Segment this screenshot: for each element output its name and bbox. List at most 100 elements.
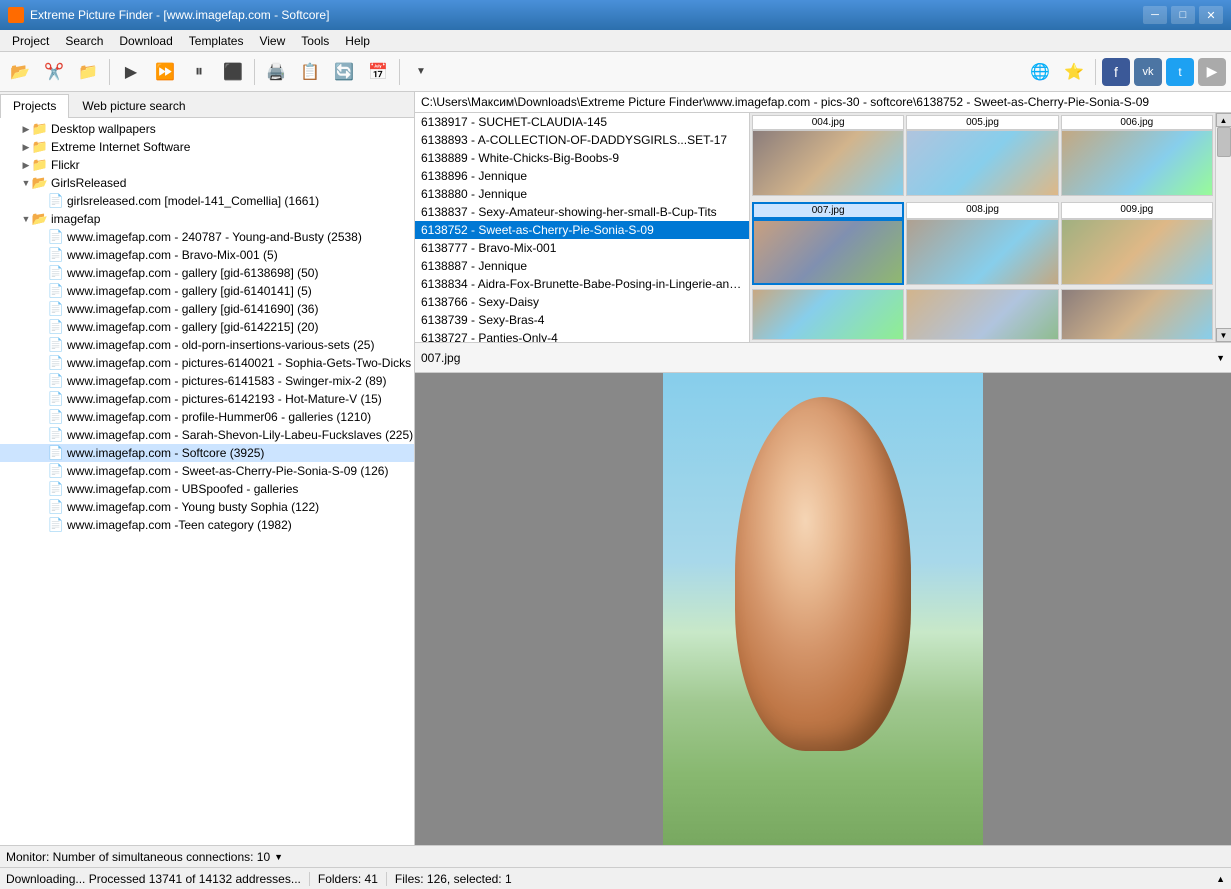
social-facebook-button[interactable]: f: [1102, 58, 1130, 86]
tab-web-picture-search[interactable]: Web picture search: [69, 94, 198, 117]
tree-item-t4a[interactable]: 📄girlsreleased.com [model-141_Comellia] …: [0, 192, 414, 210]
right-panel: C:\Users\Максим\Downloads\Extreme Pictur…: [415, 92, 1231, 845]
gallery-item-g12[interactable]: 6138739 - Sexy-Bras-4: [415, 311, 749, 329]
tb-schedule-button[interactable]: 📅: [362, 56, 394, 88]
tb-cut-button[interactable]: ✂️: [38, 56, 70, 88]
social-twitter-button[interactable]: t: [1166, 58, 1194, 86]
project-tree[interactable]: ▶📁Desktop wallpapers▶📁Extreme Internet S…: [0, 118, 414, 845]
tb-folder-button[interactable]: 📁: [72, 56, 104, 88]
thumbnail-009[interactable]: [1061, 219, 1213, 285]
tb-stop-button[interactable]: ⬛: [217, 56, 249, 88]
selector-dropdown-icon[interactable]: ▼: [1216, 353, 1225, 363]
tree-expand-icon[interactable]: ▶: [20, 141, 32, 153]
tree-item-t15[interactable]: 📄www.imagefap.com - pictures-6142193 - H…: [0, 390, 414, 408]
gallery-item-g6[interactable]: 6138837 - Sexy-Amateur-showing-her-small…: [415, 203, 749, 221]
thumbnail-next-1[interactable]: [752, 289, 904, 340]
tree-item-t17[interactable]: 📄www.imagefap.com - Sarah-Shevon-Lily-La…: [0, 426, 414, 444]
minimize-button[interactable]: ─: [1143, 6, 1167, 24]
gallery-item-g9[interactable]: 6138887 - Jennique: [415, 257, 749, 275]
gallery-item-g10[interactable]: 6138834 - Aidra-Fox-Brunette-Babe-Posing…: [415, 275, 749, 293]
tree-item-t18[interactable]: 📄www.imagefap.com - Softcore (3925): [0, 444, 414, 462]
thumbnail-008[interactable]: [906, 219, 1058, 285]
tb-web-button[interactable]: 🌐: [1024, 56, 1056, 88]
menu-help[interactable]: Help: [337, 30, 378, 51]
tree-expand-icon[interactable]: ▼: [20, 213, 32, 225]
scroll-thumb[interactable]: [1217, 127, 1231, 157]
tree-item-t10[interactable]: 📄www.imagefap.com - gallery [gid-6141690…: [0, 300, 414, 318]
tree-item-t5[interactable]: ▼📂imagefap: [0, 210, 414, 228]
gallery-item-g3[interactable]: 6138889 - White-Chicks-Big-Boobs-9: [415, 149, 749, 167]
scroll-down-button[interactable]: ▼: [1216, 328, 1231, 342]
tree-expand-icon[interactable]: ▼: [20, 177, 32, 189]
menu-download[interactable]: Download: [111, 30, 180, 51]
menu-view[interactable]: View: [251, 30, 293, 51]
tree-item-t20[interactable]: 📄www.imagefap.com - UBSpoofed - gallerie…: [0, 480, 414, 498]
tb-pause-button[interactable]: ⏸: [183, 56, 215, 88]
monitor-arrow[interactable]: ▼: [274, 852, 283, 862]
expand-arrow[interactable]: ▲: [1216, 874, 1225, 884]
tree-item-t22[interactable]: 📄www.imagefap.com -Teen category (1982): [0, 516, 414, 534]
toolbar-separator-1: [109, 59, 110, 85]
tb-open-button[interactable]: 📂: [4, 56, 36, 88]
tb-star-button[interactable]: ⭐: [1058, 56, 1090, 88]
tree-item-t16[interactable]: 📄www.imagefap.com - profile-Hummer06 - g…: [0, 408, 414, 426]
tb-refresh-button[interactable]: 🔄: [328, 56, 360, 88]
tree-item-t3[interactable]: ▶📁Flickr: [0, 156, 414, 174]
social-other-button[interactable]: ▶: [1198, 58, 1226, 86]
tree-item-t19[interactable]: 📄www.imagefap.com - Sweet-as-Cherry-Pie-…: [0, 462, 414, 480]
thumbnail-next-2[interactable]: [906, 289, 1058, 340]
tb-play-button[interactable]: ▶: [115, 56, 147, 88]
tree-item-t13[interactable]: 📄www.imagefap.com - pictures-6140021 - S…: [0, 354, 414, 372]
thumbnail-004[interactable]: [752, 130, 904, 196]
toolbar: 📂 ✂️ 📁 ▶ ⏩ ⏸ ⬛ 🖨️ 📋 🔄 📅 ▼ 🌐 ⭐ f vk t ▶: [0, 52, 1231, 92]
tb-clipboard-button[interactable]: 📋: [294, 56, 326, 88]
tab-projects[interactable]: Projects: [0, 94, 69, 118]
gallery-item-g8[interactable]: 6138777 - Bravo-Mix-001: [415, 239, 749, 257]
maximize-button[interactable]: □: [1171, 6, 1195, 24]
tree-item-t12[interactable]: 📄www.imagefap.com - old-porn-insertions-…: [0, 336, 414, 354]
thumbnail-005[interactable]: [906, 130, 1058, 196]
tree-item-t1[interactable]: ▶📁Desktop wallpapers: [0, 120, 414, 138]
tb-dropdown-button[interactable]: ▼: [405, 56, 437, 88]
path-bar: C:\Users\Максим\Downloads\Extreme Pictur…: [415, 92, 1231, 113]
gallery-item-g2[interactable]: 6138893 - A-COLLECTION-OF-DADDYSGIRLS...…: [415, 131, 749, 149]
social-vk-button[interactable]: vk: [1134, 58, 1162, 86]
window-title: Extreme Picture Finder - [www.imagefap.c…: [30, 8, 1143, 22]
scroll-track[interactable]: [1216, 127, 1231, 328]
tree-expand-spacer: [36, 465, 48, 477]
gallery-item-g5[interactable]: 6138880 - Jennique: [415, 185, 749, 203]
folder-icon: 📁: [32, 157, 48, 173]
tree-item-t14[interactable]: 📄www.imagefap.com - pictures-6141583 - S…: [0, 372, 414, 390]
tree-item-t4[interactable]: ▼📂GirlsReleased: [0, 174, 414, 192]
scroll-up-button[interactable]: ▲: [1216, 113, 1231, 127]
tree-expand-icon[interactable]: ▶: [20, 123, 32, 135]
tree-item-label: www.imagefap.com - Softcore (3925): [67, 446, 264, 460]
tree-item-t6[interactable]: 📄www.imagefap.com - 240787 - Young-and-B…: [0, 228, 414, 246]
thumbnail-007[interactable]: [752, 219, 904, 285]
file-icon: 📄: [48, 391, 64, 407]
tree-expand-icon[interactable]: ▶: [20, 159, 32, 171]
download-status: Downloading... Processed 13741 of 14132 …: [6, 872, 301, 886]
gallery-item-g13[interactable]: 6138727 - Panties-Only-4: [415, 329, 749, 342]
tb-print-button[interactable]: 🖨️: [260, 56, 292, 88]
gallery-item-g4[interactable]: 6138896 - Jennique: [415, 167, 749, 185]
gallery-item-g7[interactable]: 6138752 - Sweet-as-Cherry-Pie-Sonia-S-09: [415, 221, 749, 239]
thumbnail-next-3[interactable]: [1061, 289, 1213, 340]
gallery-item-g1[interactable]: 6138917 - SUCHET-CLAUDIA-145: [415, 113, 749, 131]
menu-tools[interactable]: Tools: [293, 30, 337, 51]
gallery-item-g11[interactable]: 6138766 - Sexy-Daisy: [415, 293, 749, 311]
tree-item-t9[interactable]: 📄www.imagefap.com - gallery [gid-6140141…: [0, 282, 414, 300]
gallery-list[interactable]: 6138917 - SUCHET-CLAUDIA-1456138893 - A-…: [415, 113, 750, 342]
menu-project[interactable]: Project: [4, 30, 57, 51]
thumb-scrollbar[interactable]: ▲ ▼: [1215, 113, 1231, 342]
tree-item-t2[interactable]: ▶📁Extreme Internet Software: [0, 138, 414, 156]
tree-item-t8[interactable]: 📄www.imagefap.com - gallery [gid-6138698…: [0, 264, 414, 282]
tree-item-t11[interactable]: 📄www.imagefap.com - gallery [gid-6142215…: [0, 318, 414, 336]
menu-templates[interactable]: Templates: [181, 30, 252, 51]
tree-item-t7[interactable]: 📄www.imagefap.com - Bravo-Mix-001 (5): [0, 246, 414, 264]
close-button[interactable]: ✕: [1199, 6, 1223, 24]
tb-next-button[interactable]: ⏩: [149, 56, 181, 88]
tree-item-t21[interactable]: 📄www.imagefap.com - Young busty Sophia (…: [0, 498, 414, 516]
menu-search[interactable]: Search: [57, 30, 111, 51]
thumbnail-006[interactable]: [1061, 130, 1213, 196]
